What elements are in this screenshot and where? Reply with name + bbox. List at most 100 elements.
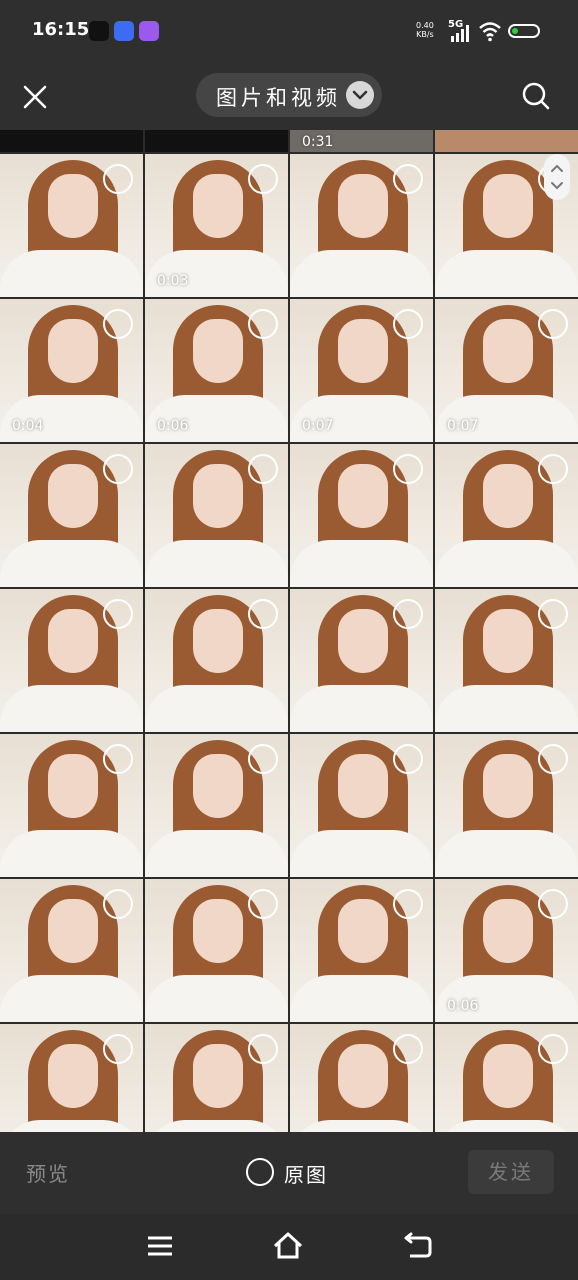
select-checkbox-icon[interactable] bbox=[248, 309, 278, 339]
media-thumbnail[interactable] bbox=[435, 444, 578, 587]
select-checkbox-icon[interactable] bbox=[538, 1034, 568, 1064]
thumbnail-face bbox=[338, 1044, 388, 1108]
thumbnail-shirt bbox=[290, 975, 433, 1022]
back-icon[interactable] bbox=[402, 1230, 434, 1262]
partial-thumbnail[interactable] bbox=[0, 130, 143, 152]
search-icon[interactable] bbox=[520, 80, 552, 112]
video-duration: 0:07 bbox=[302, 418, 334, 434]
status-bar: 16:15 0.40 KB/s 5G bbox=[0, 0, 578, 62]
original-radio-icon[interactable] bbox=[246, 1158, 274, 1186]
select-checkbox-icon[interactable] bbox=[103, 1034, 133, 1064]
media-thumbnail[interactable] bbox=[435, 1024, 578, 1132]
media-thumbnail[interactable] bbox=[145, 589, 288, 732]
select-checkbox-icon[interactable] bbox=[393, 164, 423, 194]
thumbnail-face bbox=[193, 899, 243, 963]
select-checkbox-icon[interactable] bbox=[393, 309, 423, 339]
wifi-icon bbox=[479, 22, 501, 42]
thumbnail-shirt bbox=[0, 975, 143, 1022]
select-checkbox-icon[interactable] bbox=[248, 164, 278, 194]
select-checkbox-icon[interactable] bbox=[103, 744, 133, 774]
media-thumbnail[interactable] bbox=[0, 154, 143, 297]
scroll-handle[interactable] bbox=[544, 154, 570, 200]
select-checkbox-icon[interactable] bbox=[103, 164, 133, 194]
thumbnail-shirt bbox=[145, 830, 288, 877]
media-thumbnail[interactable] bbox=[435, 734, 578, 877]
system-nav-bar bbox=[0, 1214, 578, 1280]
partial-thumbnail[interactable]: 0:31 bbox=[290, 130, 433, 152]
send-button[interactable]: 发送 bbox=[468, 1150, 554, 1194]
thumbnail-face bbox=[193, 609, 243, 673]
thumbnail-face bbox=[483, 464, 533, 528]
select-checkbox-icon[interactable] bbox=[248, 599, 278, 629]
media-thumbnail[interactable] bbox=[145, 879, 288, 1022]
battery-icon bbox=[508, 24, 540, 38]
top-toolbar: 图片和视频 bbox=[0, 62, 578, 130]
media-thumbnail[interactable] bbox=[290, 154, 433, 297]
media-thumbnail[interactable] bbox=[290, 734, 433, 877]
tiktok-icon bbox=[89, 21, 109, 41]
select-checkbox-icon[interactable] bbox=[538, 599, 568, 629]
close-icon[interactable] bbox=[20, 82, 50, 112]
media-thumbnail[interactable] bbox=[435, 589, 578, 732]
album-selector[interactable]: 图片和视频 bbox=[196, 73, 382, 117]
media-thumbnail[interactable] bbox=[0, 589, 143, 732]
select-checkbox-icon[interactable] bbox=[248, 744, 278, 774]
thumbnail-face bbox=[483, 609, 533, 673]
select-checkbox-icon[interactable] bbox=[248, 889, 278, 919]
thumbnail-shirt bbox=[290, 830, 433, 877]
original-label: 原图 bbox=[284, 1163, 328, 1187]
media-thumbnail[interactable]: 0:03 bbox=[145, 154, 288, 297]
select-checkbox-icon[interactable] bbox=[393, 744, 423, 774]
battery-level bbox=[512, 28, 518, 34]
select-checkbox-icon[interactable] bbox=[248, 454, 278, 484]
select-checkbox-icon[interactable] bbox=[393, 599, 423, 629]
select-checkbox-icon[interactable] bbox=[538, 309, 568, 339]
media-thumbnail[interactable] bbox=[290, 879, 433, 1022]
select-checkbox-icon[interactable] bbox=[103, 889, 133, 919]
select-checkbox-icon[interactable] bbox=[538, 889, 568, 919]
menu-icon[interactable] bbox=[144, 1230, 176, 1262]
thumbnail-shirt bbox=[435, 540, 578, 587]
home-icon[interactable] bbox=[272, 1230, 304, 1262]
media-thumbnail[interactable] bbox=[145, 444, 288, 587]
select-checkbox-icon[interactable] bbox=[538, 744, 568, 774]
thumbnail-face bbox=[48, 609, 98, 673]
app-badge-icon bbox=[114, 21, 134, 41]
media-thumbnail[interactable] bbox=[290, 444, 433, 587]
partial-thumbnail[interactable] bbox=[145, 130, 288, 152]
select-checkbox-icon[interactable] bbox=[393, 454, 423, 484]
media-thumbnail[interactable] bbox=[290, 1024, 433, 1132]
select-checkbox-icon[interactable] bbox=[103, 599, 133, 629]
media-grid[interactable]: 0:31 0:03 0:04 0:06 0:07 0:07 0:06 bbox=[0, 130, 578, 1132]
select-checkbox-icon[interactable] bbox=[103, 309, 133, 339]
net-speed: 0.40 KB/s bbox=[416, 21, 434, 39]
media-thumbnail[interactable]: 0:06 bbox=[435, 879, 578, 1022]
media-thumbnail[interactable] bbox=[290, 589, 433, 732]
thumbnail-face bbox=[193, 464, 243, 528]
thumbnail-face bbox=[338, 174, 388, 238]
media-thumbnail[interactable]: 0:04 bbox=[0, 299, 143, 442]
media-thumbnail[interactable]: 0:07 bbox=[290, 299, 433, 442]
select-checkbox-icon[interactable] bbox=[248, 1034, 278, 1064]
media-thumbnail[interactable] bbox=[145, 734, 288, 877]
thumbnail-face bbox=[338, 464, 388, 528]
video-duration: 0:07 bbox=[447, 418, 479, 434]
media-thumbnail[interactable] bbox=[145, 1024, 288, 1132]
media-thumbnail[interactable]: 0:07 bbox=[435, 299, 578, 442]
thumbnail-shirt bbox=[145, 975, 288, 1022]
media-thumbnail[interactable] bbox=[0, 734, 143, 877]
select-checkbox-icon[interactable] bbox=[103, 454, 133, 484]
media-thumbnail[interactable]: 0:06 bbox=[145, 299, 288, 442]
media-thumbnail[interactable] bbox=[0, 879, 143, 1022]
video-duration: 0:04 bbox=[12, 418, 44, 434]
select-checkbox-icon[interactable] bbox=[393, 1034, 423, 1064]
thumbnail-shirt bbox=[290, 540, 433, 587]
select-checkbox-icon[interactable] bbox=[538, 454, 568, 484]
thumbnail-face bbox=[193, 754, 243, 818]
partial-thumbnail[interactable] bbox=[435, 130, 578, 152]
preview-button[interactable]: 预览 bbox=[26, 1158, 70, 1187]
select-checkbox-icon[interactable] bbox=[393, 889, 423, 919]
thumbnail-face bbox=[338, 899, 388, 963]
media-thumbnail[interactable] bbox=[0, 1024, 143, 1132]
media-thumbnail[interactable] bbox=[0, 444, 143, 587]
